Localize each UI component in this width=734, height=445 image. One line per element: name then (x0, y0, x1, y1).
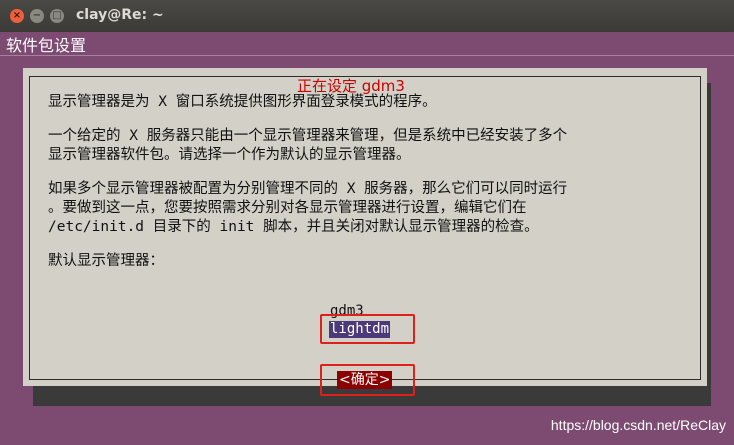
paragraph-3-line-3: /etc/init.d 目录下的 init 脚本，并且关闭对默认显示管理器的检查… (48, 219, 539, 235)
paragraph-3-line-2: 。要做到这一点，您要按照需求分别对各显示管理器进行设置，编辑它们在 (48, 200, 527, 216)
close-icon[interactable]: × (10, 9, 24, 23)
highlight-box-ok (320, 364, 415, 396)
minimize-icon[interactable]: − (30, 9, 44, 23)
paragraph-1: 显示管理器是为 X 窗口系统提供图形界面登录模式的程序。 (48, 94, 437, 110)
paragraph-3-line-1: 如果多个显示管理器被配置为分别管理不同的 X 服务器，那么它们可以同时运行 (48, 181, 568, 197)
watermark: https://blog.csdn.net/ReClay (550, 417, 726, 433)
window-titlebar[interactable]: × − □ clay@Re: ~ (0, 0, 734, 32)
config-dialog: 正在设定 gdm3 显示管理器是为 X 窗口系统提供图形界面登录模式的程序。 一… (23, 68, 707, 396)
prompt-label: 默认显示管理器： (48, 253, 164, 269)
highlight-box-option (320, 314, 415, 344)
window-title: clay@Re: ~ (76, 7, 164, 23)
terminal-area[interactable]: 软件包设置 正在设定 gdm3 显示管理器是为 X 窗口系统提供图形界面登录模式… (0, 32, 734, 445)
maximize-icon[interactable]: □ (50, 9, 64, 23)
paragraph-2-line-2: 显示管理器软件包。请选择一个作为默认的显示管理器。 (48, 147, 411, 163)
dialog-border: 正在设定 gdm3 显示管理器是为 X 窗口系统提供图形界面登录模式的程序。 一… (29, 76, 701, 396)
paragraph-2-line-1: 一个给定的 X 服务器只能由一个显示管理器来管理，但是系统中已经安装了多个 (48, 128, 568, 144)
divider (0, 55, 734, 56)
backtitle: 软件包设置 (6, 36, 87, 55)
